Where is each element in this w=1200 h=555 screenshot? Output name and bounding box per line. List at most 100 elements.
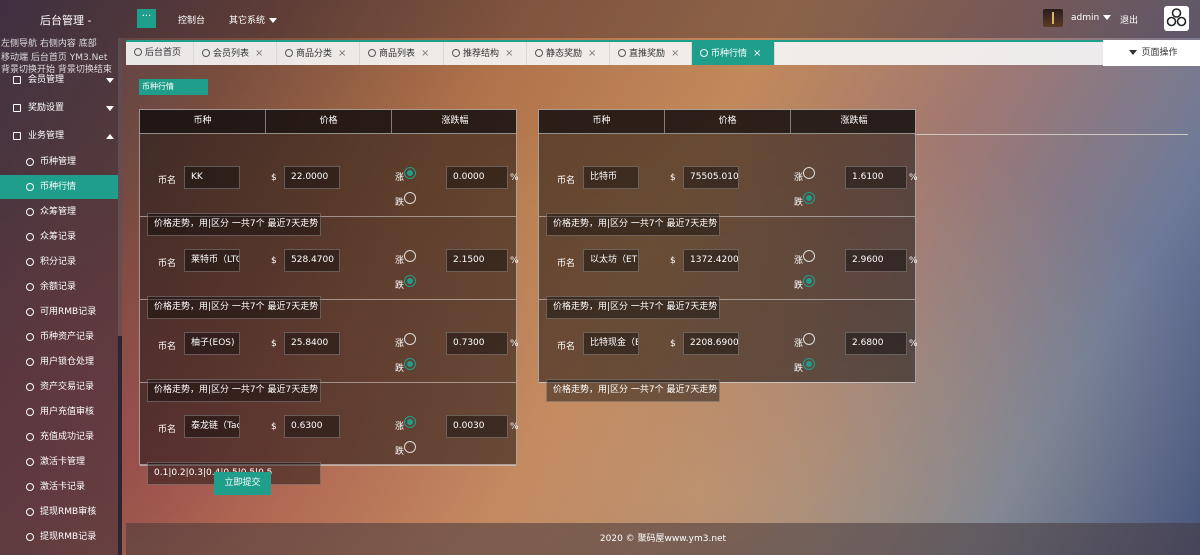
coin-name-input[interactable]: 莱特币（LTC）: [184, 249, 240, 272]
coin-name-input[interactable]: 柚子(EOS): [184, 332, 240, 355]
close-icon[interactable]: ×: [505, 48, 513, 59]
price-input[interactable]: 528.4700: [284, 249, 340, 272]
up-radio[interactable]: [803, 333, 815, 345]
price-input[interactable]: 25.8400: [284, 332, 340, 355]
menu-item-icon: [26, 183, 34, 191]
avatar[interactable]: [1043, 9, 1063, 27]
nav-console[interactable]: 控制台: [178, 13, 205, 26]
sidebar-toggle-button[interactable]: ···: [137, 9, 156, 28]
down-radio[interactable]: [404, 192, 416, 204]
tab-label: 直推奖励: [629, 49, 666, 59]
sidebar-item[interactable]: 资产交易记录: [0, 375, 118, 399]
sidebar-scrollbar-thumb[interactable]: [118, 336, 122, 555]
tab-product-list[interactable]: 商品列表 ×: [360, 42, 444, 65]
table-row: 币名泰龙链（Tac）$0.6300涨跌0.0030%0.1|0.2|0.3|0.…: [140, 383, 519, 485]
sidebar-item[interactable]: 用户锁仓处理: [0, 350, 118, 374]
sidebar-item[interactable]: 币种管理: [0, 150, 118, 174]
trend-input[interactable]: 价格走势，用|区分 一共7个 最近7天走势: [546, 379, 720, 402]
dollar-sign: $: [670, 256, 676, 266]
tab-referral-structure[interactable]: 推荐结构 ×: [444, 42, 527, 65]
down-radio[interactable]: [404, 275, 416, 287]
tab-member-list[interactable]: 会员列表 ×: [194, 42, 277, 65]
nav-other-systems[interactable]: 其它系统: [229, 13, 278, 26]
sidebar-item-label: 充值成功记录: [40, 432, 95, 442]
sidebar-item[interactable]: 币种行情: [0, 175, 118, 199]
down-label: 跌: [395, 281, 405, 291]
down-radio[interactable]: [803, 275, 815, 287]
up-radio[interactable]: [803, 250, 815, 262]
down-radio[interactable]: [803, 358, 815, 370]
sidebar-item[interactable]: 用户充值审核: [0, 400, 118, 424]
down-radio[interactable]: [404, 358, 416, 370]
price-input[interactable]: 75505.0100: [683, 166, 739, 189]
sidebar-item[interactable]: 激活卡管理: [0, 450, 118, 474]
logout-link[interactable]: 退出: [1120, 13, 1138, 26]
sidebar-item[interactable]: 余额记录: [0, 275, 118, 299]
table-row: 币名以太坊（ETH）$1372.4200涨跌2.9600%价格走势，用|区分 一…: [539, 217, 918, 319]
up-radio[interactable]: [404, 250, 416, 262]
close-icon[interactable]: ×: [753, 48, 761, 59]
tab-coin-market[interactable]: 币种行情 ×: [692, 42, 775, 65]
sidebar-group-rewards[interactable]: 奖励设置: [0, 96, 118, 120]
table-row: 币名比特现金（BCH） $2208.6900 涨跌 2.6800% 价格走势，用|区分 …: [539, 300, 918, 402]
change-input[interactable]: 1.6100: [845, 166, 907, 189]
menu-item-icon: [26, 358, 34, 366]
sidebar-item[interactable]: 积分记录: [0, 250, 118, 274]
page-operations-dropdown[interactable]: 页面操作: [1103, 40, 1200, 66]
tab-static-reward[interactable]: 静态奖励 ×: [527, 42, 610, 65]
coin-name-input[interactable]: 泰龙链（Tac）: [184, 415, 240, 438]
price-input[interactable]: 1372.4200: [683, 249, 739, 272]
sidebar-item[interactable]: 提现RMB记录: [0, 525, 118, 549]
down-radio[interactable]: [803, 192, 815, 204]
tab-home[interactable]: 后台首页: [126, 42, 194, 65]
sidebar-item[interactable]: 众筹记录: [0, 225, 118, 249]
change-input[interactable]: 0.7300: [446, 332, 508, 355]
price-input[interactable]: 0.6300: [284, 415, 340, 438]
tab-product-category[interactable]: 商品分类 ×: [277, 42, 360, 65]
change-input[interactable]: 2.9600: [845, 249, 907, 272]
user-menu[interactable]: admin: [1071, 13, 1112, 23]
change-input[interactable]: 2.6800: [845, 332, 907, 355]
change-input[interactable]: 0.0030: [446, 415, 508, 438]
close-icon[interactable]: ×: [671, 48, 679, 59]
change-input[interactable]: 2.1500: [446, 249, 508, 272]
sidebar-item[interactable]: 激活卡记录: [0, 475, 118, 499]
close-icon[interactable]: ×: [338, 48, 346, 59]
close-icon[interactable]: ×: [255, 48, 263, 59]
tab-label: 会员列表: [213, 49, 250, 59]
sidebar-item[interactable]: 充值成功记录: [0, 425, 118, 449]
chevron-down-icon: [106, 106, 114, 111]
change-input[interactable]: 0.0000: [446, 166, 508, 189]
sidebar-item[interactable]: 提现RMB审核: [0, 500, 118, 524]
tab-label: 商品列表: [379, 49, 416, 59]
sidebar-item[interactable]: 可用RMB记录: [0, 300, 118, 324]
coin-name-input[interactable]: 比特现金（BCH）: [583, 332, 639, 355]
sidebar-item-label: 激活卡管理: [40, 457, 86, 467]
sidebar-group-members[interactable]: 会员管理: [0, 68, 118, 92]
sidebar-group-business[interactable]: 业务管理: [0, 124, 118, 148]
coin-name-input[interactable]: 比特币: [583, 166, 639, 189]
theme-icon[interactable]: [1164, 6, 1189, 31]
up-radio[interactable]: [404, 333, 416, 345]
up-label: 涨: [794, 173, 804, 183]
coin-table-right: 币种 价格 涨跌幅 币名 比特币 $75505.0100 涨跌 1.6100% 价格走势，…: [538, 109, 918, 402]
up-radio[interactable]: [803, 167, 815, 179]
down-radio[interactable]: [404, 441, 416, 453]
close-icon[interactable]: ×: [421, 48, 429, 59]
up-label: 涨: [794, 339, 804, 349]
price-input[interactable]: 2208.6900: [683, 332, 739, 355]
tab-direct-reward[interactable]: 直推奖励 ×: [610, 42, 692, 65]
user-name: admin: [1071, 13, 1100, 23]
coin-name-label: 币名: [158, 342, 177, 352]
price-input[interactable]: 22.0000: [284, 166, 340, 189]
up-radio[interactable]: [404, 416, 416, 428]
submit-button[interactable]: 立即提交: [214, 472, 271, 495]
sidebar-item[interactable]: 众筹管理: [0, 200, 118, 224]
coin-name-input[interactable]: KK: [184, 166, 240, 189]
coin-name-input[interactable]: 以太坊（ETH）: [583, 249, 639, 272]
table-header: 币种 价格 涨跌幅: [539, 110, 915, 134]
sidebar-item[interactable]: 币种资产记录: [0, 325, 118, 349]
close-icon[interactable]: ×: [588, 48, 596, 59]
up-radio[interactable]: [404, 167, 416, 179]
percent-sign: %: [909, 339, 918, 349]
